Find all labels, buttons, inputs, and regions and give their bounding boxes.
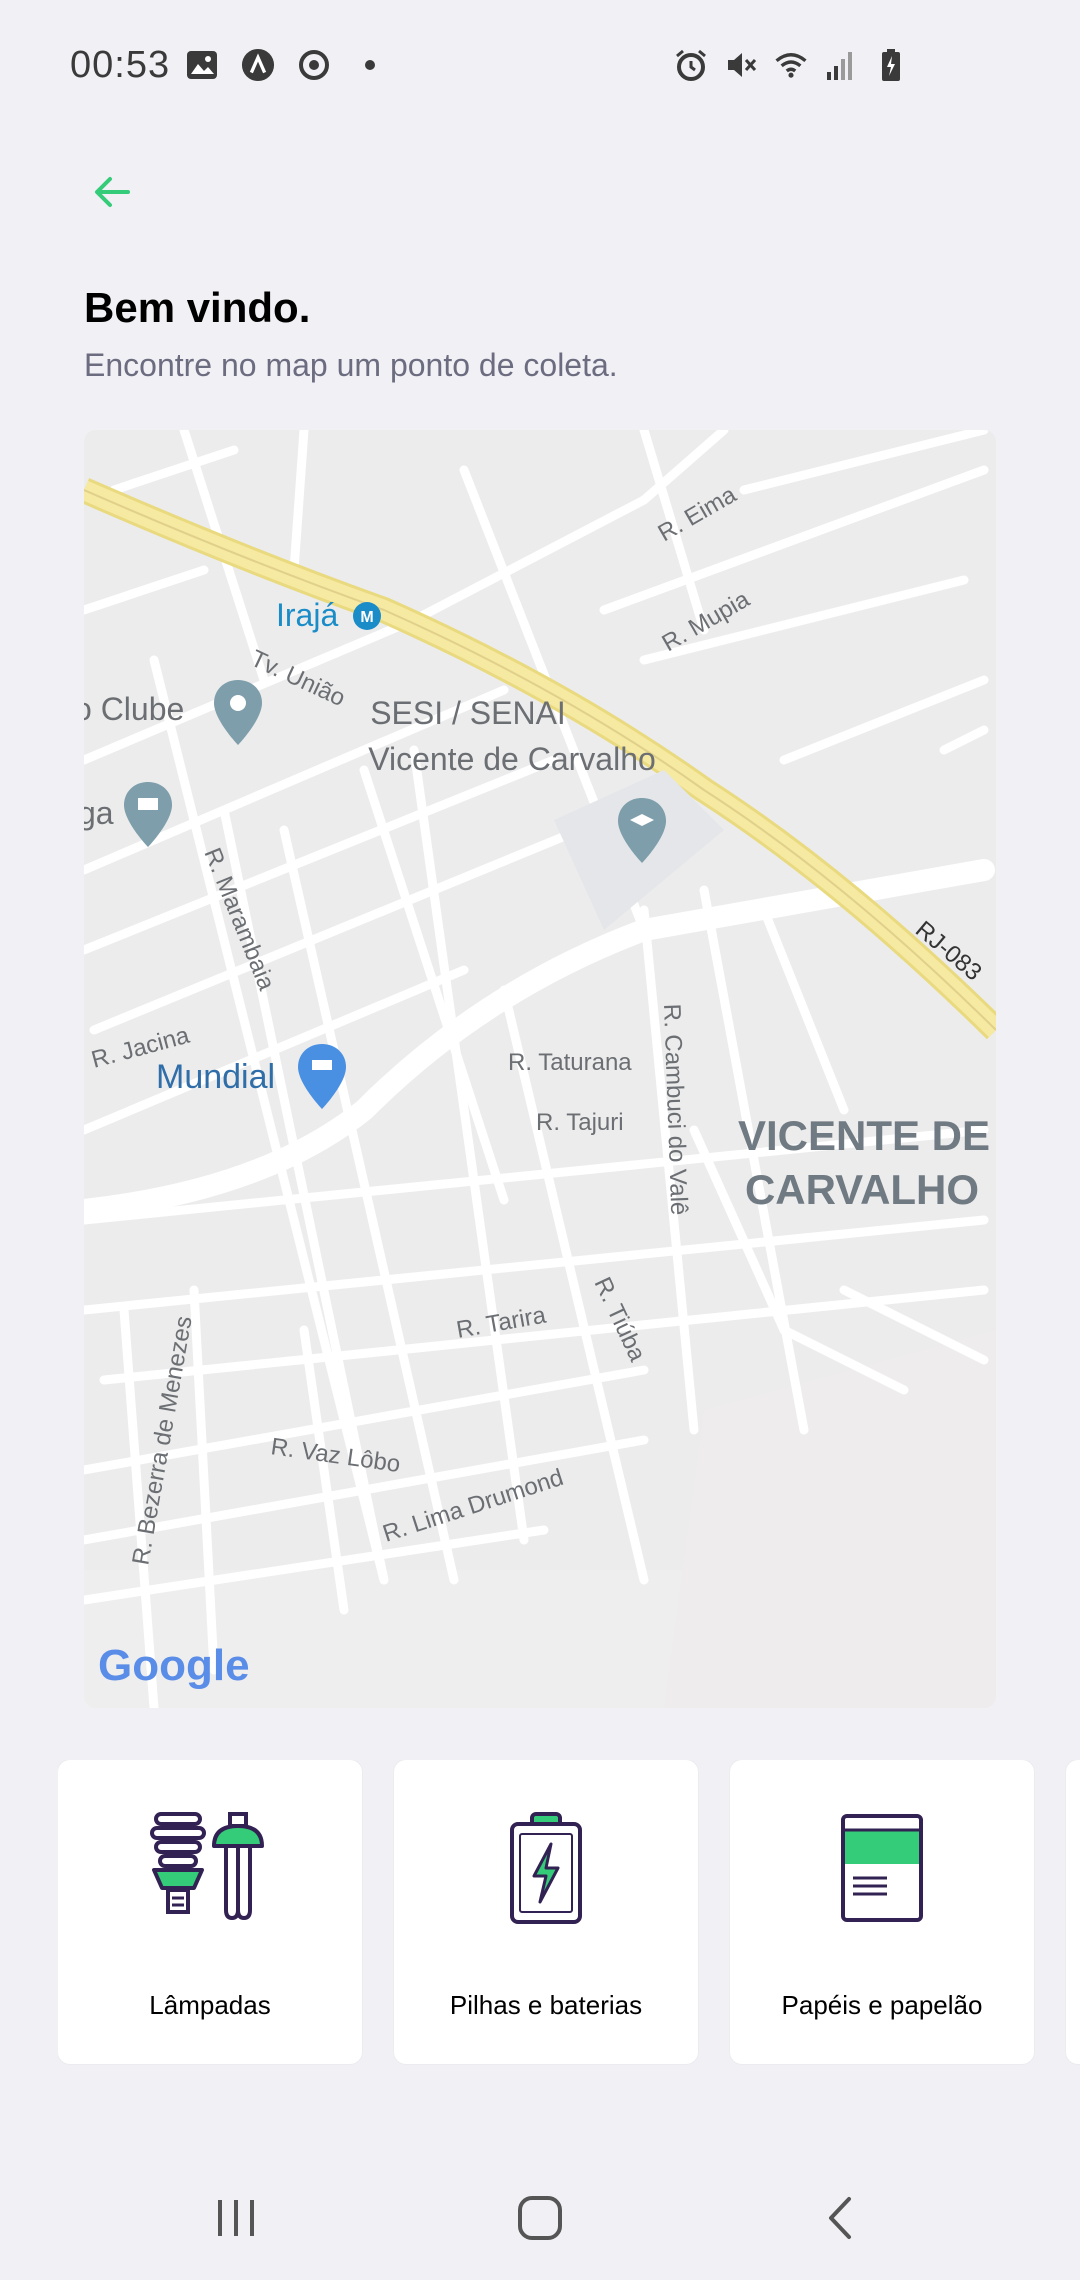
back-nav-button[interactable] <box>800 2190 880 2250</box>
gallery-icon <box>185 48 219 82</box>
arrow-left-icon <box>92 174 132 215</box>
item-card-lampadas[interactable]: Lâmpadas <box>58 1760 362 2064</box>
recent-apps-icon <box>214 2198 258 2243</box>
wifi-icon <box>774 48 808 82</box>
back-nav-icon <box>825 2195 855 2246</box>
page-subtitle: Encontre no map um ponto de coleta. <box>84 347 618 383</box>
home-button[interactable] <box>500 2190 580 2250</box>
map-label: VICENTE DE <box>738 1112 990 1159</box>
google-logo: Google <box>98 1641 250 1690</box>
map-label: o Clube <box>84 691 184 727</box>
battery-icon <box>874 48 908 82</box>
mute-icon <box>724 48 758 82</box>
item-label: Papéis e papelão <box>781 1990 983 2020</box>
map-label: R. Tajuri <box>536 1109 624 1136</box>
map-label: Vicente de Carvalho <box>368 741 656 777</box>
alarm-icon <box>674 48 708 82</box>
map-label: ga <box>84 795 114 831</box>
battery-item-icon <box>394 1812 698 1932</box>
item-card-papeis[interactable]: Papéis e papelão <box>730 1760 1034 2064</box>
app-a-icon <box>241 48 275 82</box>
map-label: Mundial <box>156 1058 275 1096</box>
lamps-icon <box>58 1812 362 1932</box>
item-card-pilhas[interactable]: Pilhas e baterias <box>394 1760 698 2064</box>
recent-apps-button[interactable] <box>196 2190 276 2250</box>
map-label: SESI / SENAI <box>370 695 566 731</box>
dot-icon <box>353 48 387 82</box>
item-label: Lâmpadas <box>149 1990 271 2020</box>
back-button[interactable] <box>84 166 140 222</box>
signal-icon <box>824 48 858 82</box>
paper-icon <box>730 1812 1034 1932</box>
svg-text:M: M <box>360 609 373 626</box>
metro-badge: M <box>353 602 381 630</box>
item-card-next[interactable] <box>1066 1760 1080 2064</box>
home-icon <box>517 2195 563 2246</box>
map-label: Irajá <box>276 597 338 633</box>
page-title: Bem vindo. <box>84 284 311 331</box>
status-time: 00:53 <box>70 44 171 86</box>
map-label: R. Taturana <box>508 1049 632 1076</box>
status-left-icons <box>185 48 387 82</box>
sync-icon <box>297 48 331 82</box>
status-right-icons <box>674 48 908 82</box>
items-carousel[interactable]: Lâmpadas Pilhas e baterias Papéis e pape… <box>58 1760 1080 2066</box>
map-view[interactable]: M Irajá Tv. União o Clube SESI / SENAI V… <box>84 430 996 1708</box>
item-label: Pilhas e baterias <box>449 1990 643 2020</box>
status-bar: 00:53 <box>0 0 1080 130</box>
map-label: CARVALHO <box>745 1166 979 1213</box>
nav-bar <box>0 2160 1080 2280</box>
